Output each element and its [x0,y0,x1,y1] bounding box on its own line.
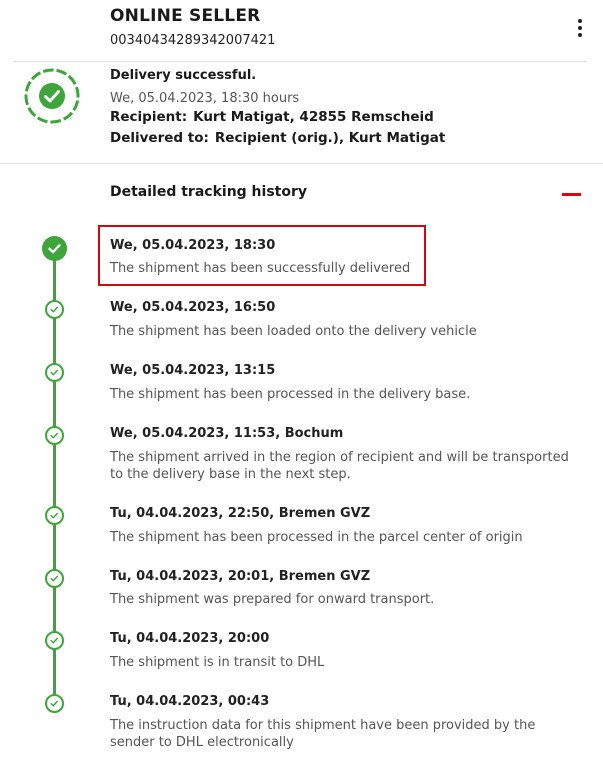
event-time: Tu, 04.04.2023, 22:50, Bremen GVZ [110,506,371,521]
event-description: The shipment has been loaded onto the de… [110,324,477,339]
history-title: Detailed tracking history [110,184,307,200]
check-icon [45,506,64,525]
delivered-to-line: Delivered to: Recipient (orig.), Kurt Mat… [110,130,445,146]
highlight-box [98,225,426,286]
recipient-line: Recipient: Kurt Matigat, 42855 Remscheid [110,109,434,125]
check-icon [45,300,64,319]
status-title: Delivery successful. [110,68,257,83]
check-icon [45,363,64,382]
check-icon [45,569,64,588]
minus-icon[interactable] [562,188,582,202]
event-description: The shipment arrived in the region of re… [110,450,569,482]
shipment-header: ONLINE SELLER 00340434289342007421 [0,0,603,60]
event-time: We, 05.04.2023, 16:50 [110,300,276,315]
event-time: Tu, 04.04.2023, 20:01, Bremen GVZ [110,569,371,584]
delivered-to-value: Recipient (orig.), Kurt Matigat [214,130,446,146]
event-description: The shipment is in transit to DHL [110,655,325,670]
event-time: Tu, 04.04.2023, 20:00 [110,631,270,646]
event-description: The shipment has been processed in the p… [110,530,523,545]
status-time: We, 05.04.2023, 18:30 hours [110,91,300,106]
divider [0,163,603,164]
check-icon [45,631,64,650]
event-description: The shipment has been processed in the d… [110,387,471,402]
event-time: We, 05.04.2023, 11:53, Bochum [110,426,344,441]
delivered-check-icon [42,236,67,261]
check-icon [45,426,64,445]
delivered-check-icon [24,68,80,124]
event-description: The instruction data for this shipment h… [110,718,536,750]
seller-name: ONLINE SELLER [110,6,261,26]
more-vertical-icon[interactable] [568,14,592,42]
recipient-label: Recipient: [110,109,188,125]
event-time: We, 05.04.2023, 13:15 [110,363,276,378]
delivered-to-label: Delivered to: [110,130,209,146]
recipient-value: Kurt Matigat, 42855 Remscheid [193,109,434,125]
divider [14,61,586,62]
event-time: Tu, 04.04.2023, 00:43 [110,694,270,709]
check-icon [45,694,64,713]
tracking-number: 00340434289342007421 [110,33,276,48]
event-description: The shipment was prepared for onward tra… [110,592,435,607]
